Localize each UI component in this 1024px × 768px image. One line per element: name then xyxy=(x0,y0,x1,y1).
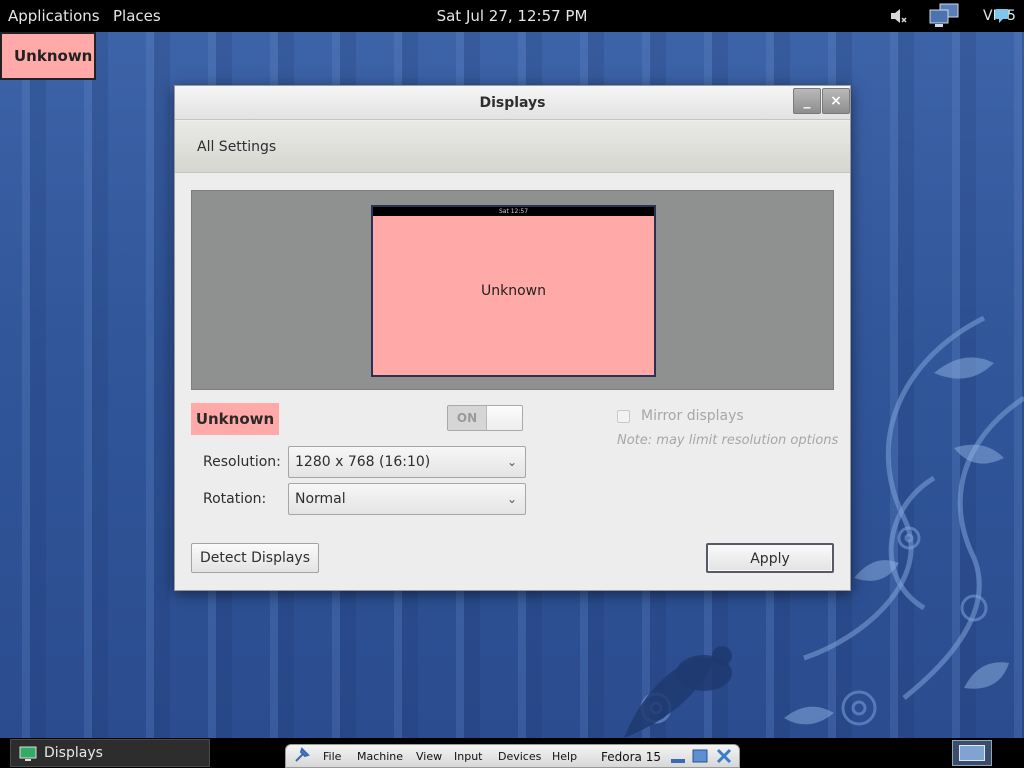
virtualbox-mini-toolbar: File Machine View Input Devices Help Fed… xyxy=(285,744,740,768)
resolution-value: 1280 x 768 (16:10) xyxy=(295,454,431,470)
monitor-preview[interactable]: Sat 12:57 Unknown xyxy=(371,205,656,377)
rotation-value: Normal xyxy=(295,491,346,507)
displays-dialog: Displays _ × All Settings Sat 12:57 Unkn… xyxy=(174,85,851,591)
vbox-menu-help[interactable]: Help xyxy=(552,750,577,763)
all-settings-button[interactable]: All Settings xyxy=(197,139,276,155)
chevron-down-icon: ⌄ xyxy=(506,455,517,469)
switch-knob xyxy=(486,406,522,430)
places-menu[interactable]: Places xyxy=(113,0,161,32)
resolution-label: Resolution: xyxy=(203,454,281,470)
restore-icon[interactable] xyxy=(692,749,708,766)
dialog-title[interactable]: Displays xyxy=(175,86,850,120)
mirror-displays-checkbox[interactable] xyxy=(617,410,630,423)
dialog-toolbar: All Settings xyxy=(175,121,850,173)
close-button[interactable]: × xyxy=(822,88,850,114)
close-icon[interactable] xyxy=(716,748,732,767)
vbox-menu-view[interactable]: View xyxy=(416,750,442,763)
desktop-output-label: Unknown xyxy=(0,32,96,80)
display-icon xyxy=(19,745,37,768)
vm-name: Fedora 15 xyxy=(601,750,661,764)
chevron-down-icon: ⌄ xyxy=(506,492,517,506)
minimize-icon[interactable] xyxy=(671,754,685,767)
switch-on-label: ON xyxy=(448,406,486,430)
tray-label-suffix: 5 xyxy=(1007,8,1016,24)
mirror-note: Note: may limit resolution options xyxy=(617,433,839,448)
vbox-menu-input[interactable]: Input xyxy=(454,750,482,763)
rotation-label: Rotation: xyxy=(203,491,267,507)
taskbar-displays-label: Displays xyxy=(44,745,103,761)
workspace-1[interactable] xyxy=(959,745,985,761)
volume-muted-icon[interactable] xyxy=(888,0,908,32)
network-icon[interactable] xyxy=(928,0,962,32)
vbox-menu-devices[interactable]: Devices xyxy=(498,750,541,763)
detect-displays-button[interactable]: Detect Displays xyxy=(191,543,319,573)
monitor-top-bar: Sat 12:57 xyxy=(373,207,654,216)
rotation-combo[interactable]: Normal ⌄ xyxy=(288,483,526,515)
resolution-combo[interactable]: 1280 x 768 (16:10) ⌄ xyxy=(288,446,526,478)
output-name-label: Unknown xyxy=(191,403,279,435)
output-on-switch[interactable]: ON xyxy=(447,405,523,431)
applications-menu[interactable]: Applications xyxy=(8,0,100,32)
apply-button[interactable]: Apply xyxy=(706,543,834,573)
taskbar-displays-button[interactable]: Displays xyxy=(10,739,210,767)
pin-icon[interactable] xyxy=(292,747,312,768)
top-panel: Applications Places Sat Jul 27, 12:57 PM… xyxy=(0,0,1024,32)
minimize-button[interactable]: _ xyxy=(793,88,821,114)
monitor-arrangement-area: Sat 12:57 Unknown xyxy=(191,190,834,390)
mirror-displays-label: Mirror displays xyxy=(641,408,744,424)
monitor-label: Unknown xyxy=(481,283,546,299)
vbox-menu-file[interactable]: File xyxy=(323,750,341,763)
workspace-switcher[interactable] xyxy=(952,740,992,766)
vbox-menu-machine[interactable]: Machine xyxy=(357,750,403,763)
